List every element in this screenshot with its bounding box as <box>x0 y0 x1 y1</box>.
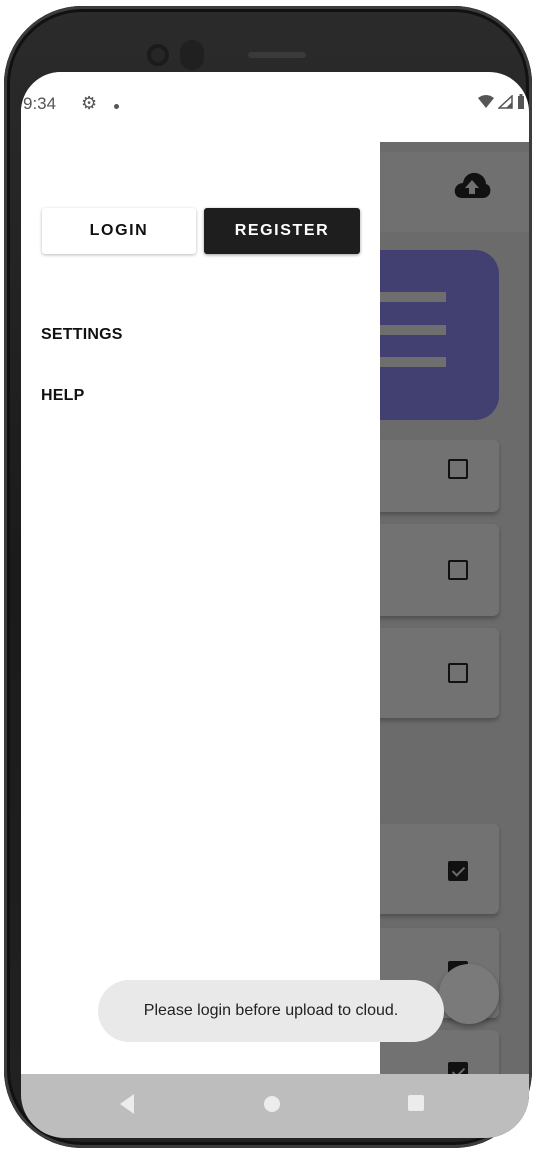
navigation-drawer: LOGIN REGISTER SETTINGS HELP <box>21 72 380 1074</box>
notification-dot-icon <box>114 104 119 109</box>
task-checkbox[interactable] <box>448 459 468 479</box>
status-bar: 9:34 ⚙ <box>21 72 529 142</box>
login-button[interactable]: LOGIN <box>42 208 196 254</box>
gear-icon: ⚙ <box>81 93 98 113</box>
task-checkbox-checked[interactable] <box>448 861 468 881</box>
signal-icon <box>498 94 513 109</box>
battery-icon <box>518 94 524 109</box>
home-circle-icon[interactable] <box>264 1096 280 1112</box>
menu-item-settings[interactable]: SETTINGS <box>41 326 123 344</box>
device-screen: LOGIN REGISTER SETTINGS HELP 9:34 ⚙ Plea… <box>21 72 529 1138</box>
task-card[interactable] <box>361 440 499 512</box>
recent-square-icon[interactable] <box>408 1095 424 1111</box>
front-camera <box>147 44 169 66</box>
status-time: 9:34 <box>23 94 57 113</box>
status-icons <box>478 94 525 109</box>
back-triangle-icon[interactable] <box>120 1094 134 1114</box>
auth-buttons: LOGIN REGISTER <box>42 208 360 254</box>
task-card[interactable] <box>361 824 499 914</box>
toast-message: Please login before upload to cloud. <box>98 980 444 1042</box>
cloud-upload-icon[interactable] <box>453 170 491 202</box>
task-checkbox[interactable] <box>448 663 468 683</box>
camera-sensor <box>180 40 204 70</box>
task-card[interactable] <box>361 628 499 718</box>
task-checkbox[interactable] <box>448 560 468 580</box>
menu-item-help[interactable]: HELP <box>41 387 84 405</box>
phone-speaker <box>248 52 306 58</box>
task-card[interactable] <box>361 524 499 616</box>
wifi-icon <box>478 94 494 108</box>
floating-action-button[interactable] <box>439 964 499 1024</box>
register-button[interactable]: REGISTER <box>204 208 360 254</box>
